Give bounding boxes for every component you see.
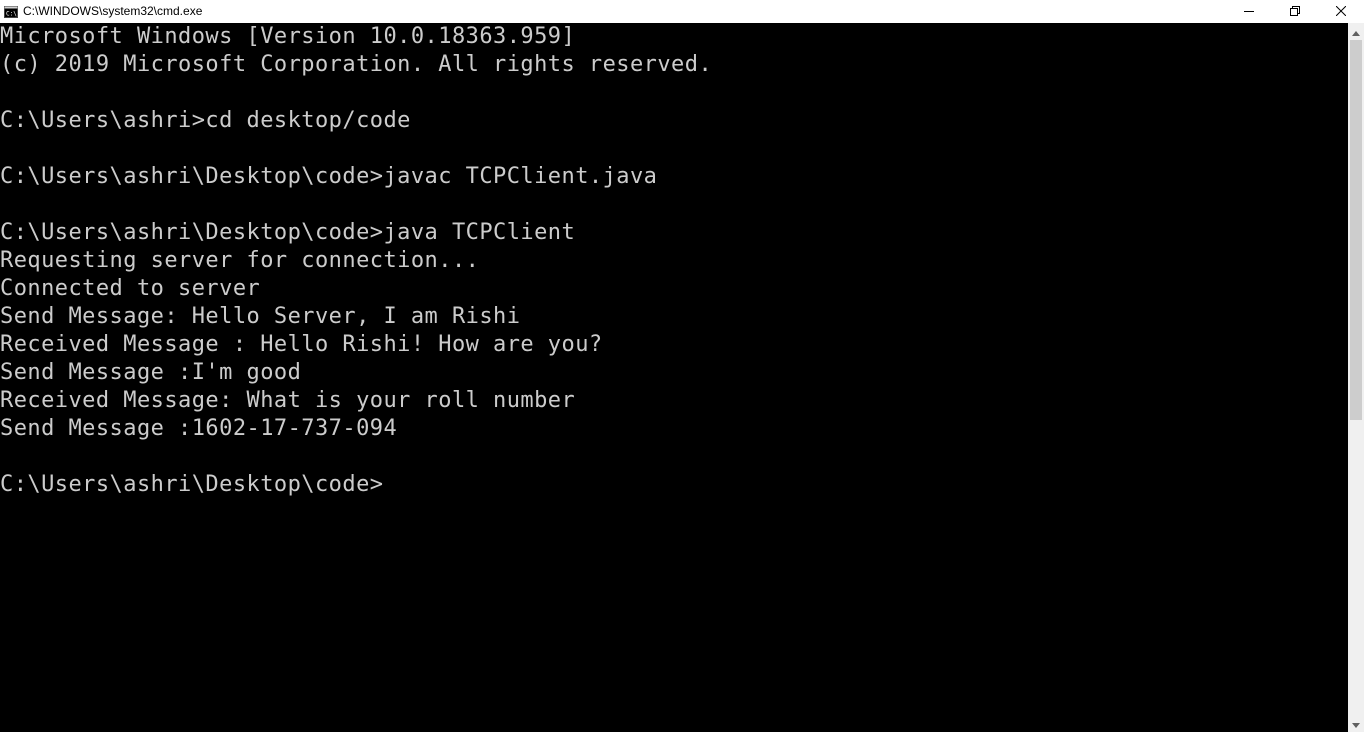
svg-text:C:\: C:\ — [6, 10, 17, 17]
console-line: C:\Users\ashri\Desktop\code>javac TCPCli… — [0, 164, 658, 189]
console-line: C:\Users\ashri>cd desktop/code — [0, 108, 411, 133]
console-output[interactable]: Microsoft Windows [Version 10.0.18363.95… — [0, 23, 1348, 732]
cmd-window: C:\ C:\WINDOWS\system32\cmd.exe Microsof… — [0, 0, 1364, 732]
minimize-button[interactable] — [1226, 0, 1272, 23]
console-lines: Microsoft Windows [Version 10.0.18363.95… — [0, 23, 1348, 499]
scroll-down-arrow-icon — [1352, 715, 1360, 732]
restore-icon — [1290, 5, 1300, 19]
window-controls — [1226, 0, 1364, 23]
console-line: Requesting server for connection... — [0, 248, 480, 273]
console-line: Microsoft Windows [Version 10.0.18363.95… — [0, 24, 576, 49]
scroll-up-arrow-icon — [1352, 23, 1360, 41]
console-prompt-line[interactable]: C:\Users\ashri\Desktop\code> — [0, 471, 1348, 499]
console-line: Connected to server — [0, 276, 261, 301]
console-line: Send Message :I'm good — [0, 360, 302, 385]
close-button[interactable] — [1318, 0, 1364, 23]
scroll-down-button[interactable] — [1348, 715, 1364, 732]
scrollbar-thumb[interactable] — [1350, 40, 1362, 420]
console-line: Send Message :1602-17-737-094 — [0, 416, 398, 441]
console-line: Send Message: Hello Server, I am Rishi — [0, 304, 521, 329]
console-line: Received Message: What is your roll numb… — [0, 388, 576, 413]
restore-button[interactable] — [1272, 0, 1318, 23]
minimize-icon — [1244, 5, 1254, 19]
close-icon — [1335, 5, 1347, 19]
title-bar[interactable]: C:\ C:\WINDOWS\system32\cmd.exe — [0, 0, 1364, 23]
window-title: C:\WINDOWS\system32\cmd.exe — [23, 4, 203, 18]
console-line: (c) 2019 Microsoft Corporation. All righ… — [0, 52, 713, 77]
console-line: C:\Users\ashri\Desktop\code>java TCPClie… — [0, 220, 576, 245]
scroll-up-button[interactable] — [1348, 23, 1364, 40]
console-line: Received Message : Hello Rishi! How are … — [0, 332, 603, 357]
vertical-scrollbar[interactable] — [1348, 23, 1364, 732]
cmd-icon[interactable]: C:\ — [3, 4, 19, 20]
